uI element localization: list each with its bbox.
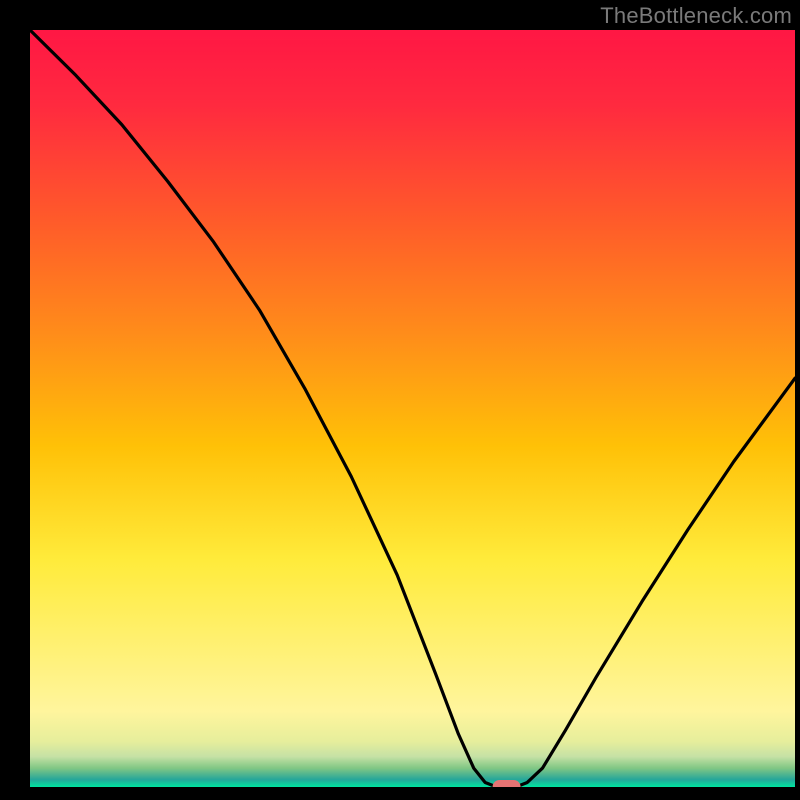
bottleneck-chart	[0, 0, 800, 800]
watermark-text: TheBottleneck.com	[600, 3, 792, 29]
gradient-background	[30, 30, 795, 787]
chart-container: TheBottleneck.com	[0, 0, 800, 800]
optimal-marker	[493, 780, 521, 794]
